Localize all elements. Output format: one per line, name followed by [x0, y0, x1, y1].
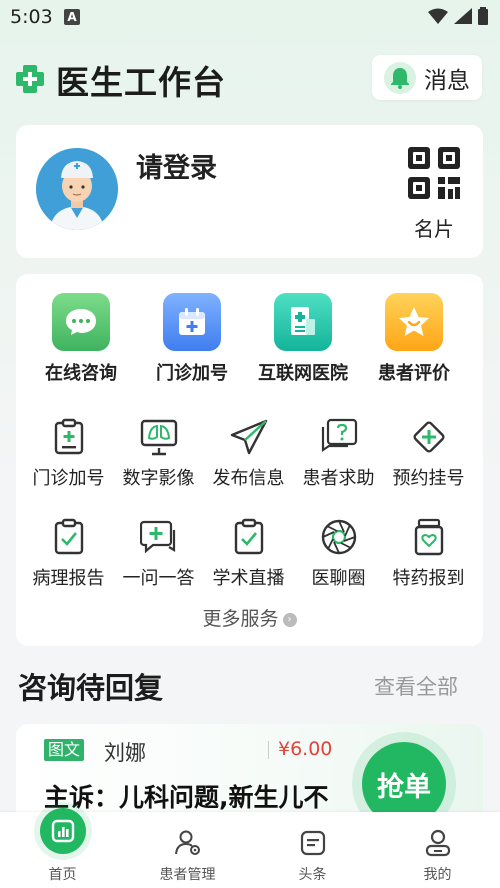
bottom-nav: 首页 患者管理 头条 我的: [0, 808, 500, 888]
service-label: 在线咨询: [45, 363, 117, 384]
status-time: 5:03: [10, 6, 53, 28]
service-label: 患者评价: [378, 363, 450, 384]
consult-price: ¥6.00: [278, 738, 333, 760]
service-label: 门诊加号: [32, 468, 105, 489]
signal-icon: [454, 8, 472, 24]
service-label: 学术直播: [212, 568, 285, 589]
star-smile-icon: [385, 293, 443, 351]
service-digital-imaging[interactable]: 数字影像: [112, 417, 205, 490]
service-label: 病理报告: [32, 568, 105, 589]
profile-card[interactable]: 请登录 名片: [16, 125, 483, 258]
service-patient-help[interactable]: 患者求助: [292, 417, 385, 490]
help-chat-icon: [319, 417, 359, 457]
nav-label: 首页: [48, 867, 77, 883]
service-appointment[interactable]: 预约挂号: [382, 417, 475, 490]
more-services-label: 更多服务: [202, 608, 279, 630]
service-publish-info[interactable]: 发布信息: [202, 417, 295, 490]
status-icons: [428, 7, 488, 25]
clipboard-plus-icon: [49, 417, 89, 457]
medicine-jar-icon: [409, 517, 449, 557]
qr-code-icon[interactable]: [408, 147, 460, 199]
message-button[interactable]: 消息: [372, 55, 482, 100]
service-label: 患者求助: [302, 468, 375, 489]
home-chart-icon: [39, 808, 86, 854]
wifi-icon: [428, 8, 448, 24]
battery-icon: [478, 7, 488, 25]
nav-patient-manage[interactable]: 患者管理: [125, 812, 250, 888]
service-internet-hospital[interactable]: 互联网医院: [248, 293, 358, 385]
chat-plus-icon: [139, 517, 179, 557]
divider: [268, 741, 269, 759]
nav-label: 头条: [298, 867, 327, 883]
service-patient-review[interactable]: 患者评价: [359, 293, 469, 385]
nav-label: 患者管理: [159, 867, 216, 883]
service-outpatient-plus-2[interactable]: 门诊加号: [22, 417, 115, 490]
doctor-avatar[interactable]: [36, 148, 118, 230]
business-card-label[interactable]: 名片: [414, 213, 454, 242]
clipboard-check-icon: [49, 517, 89, 557]
calendar-plus-icon: [163, 293, 221, 351]
bell-icon: [384, 61, 416, 94]
services-card: 在线咨询 门诊加号 互联网医院 患者评价 门诊加号 数字影像 发布信息 患者求助…: [16, 274, 483, 646]
service-label: 互联网医院: [258, 363, 348, 384]
service-outpatient-plus[interactable]: 门诊加号: [137, 293, 247, 385]
service-online-consult[interactable]: 在线咨询: [26, 293, 136, 385]
hospital-doc-icon: [274, 293, 332, 351]
view-all-link[interactable]: 查看全部: [374, 671, 458, 701]
service-label: 数字影像: [122, 468, 195, 489]
consult-card[interactable]: 图文 刘娜 ¥6.00 主诉：儿科问题,新生儿不 抢单: [16, 724, 483, 824]
service-special-drug[interactable]: 特药报到: [382, 517, 475, 590]
aperture-icon: [319, 517, 359, 557]
service-doctor-circle[interactable]: 医聊圈: [292, 517, 385, 590]
paper-plane-icon: [229, 417, 269, 457]
service-label: 门诊加号: [156, 363, 228, 384]
consult-type-tag: 图文: [44, 739, 85, 761]
service-label: 特药报到: [392, 568, 465, 589]
service-label: 医聊圈: [311, 568, 366, 589]
diamond-plus-icon: [409, 417, 449, 457]
message-label: 消息: [424, 67, 470, 94]
lung-monitor-icon: [139, 417, 179, 457]
notification-icon: A: [64, 9, 80, 25]
page-title: 医生工作台: [56, 63, 226, 102]
login-link[interactable]: 请登录: [136, 146, 217, 185]
section-title-pending: 咨询待回复: [18, 671, 164, 705]
nav-news[interactable]: 头条: [250, 812, 375, 888]
patient-name: 刘娜: [104, 741, 146, 765]
chat-bubble-icon: [52, 293, 110, 351]
medical-cross-icon: [16, 65, 44, 93]
service-label: 一问一答: [122, 568, 195, 589]
clipboard-check-icon: [229, 517, 269, 557]
nav-home[interactable]: 首页: [0, 808, 125, 888]
service-label: 发布信息: [212, 468, 285, 489]
chevron-right-icon: ›: [282, 612, 297, 627]
service-label: 预约挂号: [392, 468, 465, 489]
more-services-link[interactable]: 更多服务 ›: [16, 604, 483, 631]
profile-icon: [415, 820, 461, 866]
service-academic-live[interactable]: 学术直播: [202, 517, 295, 590]
patient-manage-icon: [165, 820, 211, 866]
nav-label: 我的: [423, 867, 452, 883]
status-bar: 5:03 A: [0, 0, 500, 34]
service-pathology-report[interactable]: 病理报告: [22, 517, 115, 590]
nav-mine[interactable]: 我的: [375, 812, 500, 888]
chief-complaint: 主诉：儿科问题,新生儿不: [44, 783, 329, 812]
service-qa[interactable]: 一问一答: [112, 517, 205, 590]
news-icon: [290, 820, 336, 866]
